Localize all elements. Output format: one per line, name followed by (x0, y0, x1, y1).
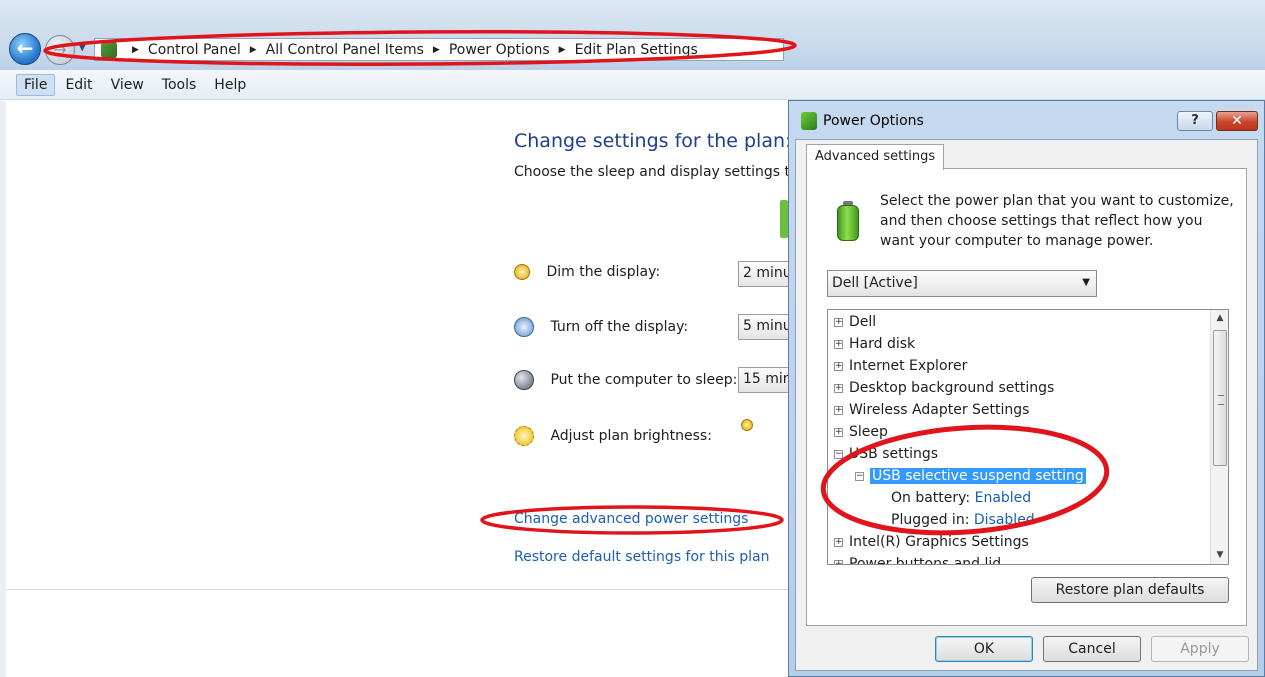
advanced-settings-panel: Select the power plan that you want to c… (806, 168, 1247, 626)
brightness-slider-min-icon (741, 419, 753, 431)
scroll-down-icon[interactable]: ▼ (1211, 547, 1228, 564)
menu-edit[interactable]: Edit (57, 74, 100, 96)
tree-item-label: Internet Explorer (849, 358, 968, 374)
back-arrow-icon[interactable]: ← (9, 33, 41, 65)
page-subtitle: Choose the sleep and display settings th… (514, 164, 808, 180)
chevron-right-icon[interactable]: ▶ (559, 45, 566, 55)
sleep-label: Put the computer to sleep: (550, 372, 738, 388)
brightness-row: Adjust plan brightness: (514, 426, 712, 446)
sleep-row: Put the computer to sleep: (514, 370, 737, 390)
restore-plan-defaults-button[interactable]: Restore plan defaults (1031, 577, 1229, 603)
tree-item-label: Wireless Adapter Settings (849, 402, 1030, 418)
tree-scrollbar[interactable]: ▲ ▼ (1210, 310, 1228, 564)
ok-button[interactable]: OK (935, 636, 1033, 662)
tree-item-dell[interactable]: + Dell (834, 311, 876, 333)
tree-item-hard-disk[interactable]: + Hard disk (834, 333, 915, 355)
breadcrumb-control-panel[interactable]: Control Panel (148, 42, 241, 58)
tree-item-plugged-in: Plugged in: Disabled (891, 509, 1035, 531)
dim-display-icon (514, 264, 530, 280)
tree-item-label: USB settings (849, 446, 939, 462)
expand-icon[interactable]: + (834, 361, 843, 371)
power-options-dialog: Power Options ? ✕ Advanced settings Sele… (788, 100, 1265, 677)
tree-item-label: Power buttons and lid (849, 556, 1002, 564)
collapse-icon[interactable]: − (855, 471, 864, 481)
tree-item-power-buttons[interactable]: + Power buttons and lid (834, 553, 1001, 564)
sun-icon (514, 426, 534, 446)
scrollbar-thumb[interactable] (1213, 330, 1227, 466)
chevron-right-icon[interactable]: ▶ (433, 45, 440, 55)
expand-icon[interactable]: + (834, 339, 843, 349)
dialog-title: Power Options (823, 113, 924, 129)
plugged-in-label: Plugged in: (891, 512, 970, 528)
navigation-bar: ← → ▼ ▶ Control Panel ▶ All Control Pane… (0, 0, 1265, 70)
plan-select-value: Dell [Active] (832, 275, 918, 291)
left-border (0, 101, 6, 677)
control-panel-icon (101, 41, 117, 58)
battery-icon (780, 200, 788, 238)
menu-help[interactable]: Help (206, 74, 254, 96)
power-options-icon (801, 112, 817, 130)
monitor-clock-icon (514, 317, 534, 337)
cancel-button[interactable]: Cancel (1043, 636, 1141, 662)
menu-view[interactable]: View (103, 74, 152, 96)
tree-item-internet-explorer[interactable]: + Internet Explorer (834, 355, 967, 377)
expand-icon[interactable]: + (834, 383, 843, 393)
tree-item-usb-selective-suspend[interactable]: − USB selective suspend setting (855, 465, 1086, 487)
dim-display-row: Dim the display: (514, 264, 660, 280)
tree-item-label: USB selective suspend setting (870, 468, 1086, 484)
menu-tools[interactable]: Tools (154, 74, 205, 96)
breadcrumb-power-options[interactable]: Power Options (449, 42, 550, 58)
tree-item-label: Sleep (849, 424, 888, 440)
turn-off-display-row: Turn off the display: (514, 317, 688, 337)
battery-icon (831, 199, 865, 243)
change-advanced-settings-link[interactable]: Change advanced power settings (514, 511, 748, 527)
menu-bar: File Edit View Tools Help (0, 70, 1265, 100)
tree-item-desktop-background[interactable]: + Desktop background settings (834, 377, 1054, 399)
tree-item-intel-graphics[interactable]: + Intel(R) Graphics Settings (834, 531, 1029, 553)
tree-item-wireless-adapter[interactable]: + Wireless Adapter Settings (834, 399, 1029, 421)
dialog-body: Advanced settings Select the power plan … (795, 139, 1258, 671)
restore-defaults-link[interactable]: Restore default settings for this plan (514, 549, 770, 565)
scroll-up-icon[interactable]: ▲ (1211, 310, 1228, 327)
tab-advanced-settings[interactable]: Advanced settings (806, 144, 945, 170)
expand-icon[interactable]: + (834, 537, 843, 547)
dim-display-label: Dim the display: (546, 264, 661, 280)
tree-item-label: Intel(R) Graphics Settings (849, 534, 1029, 550)
moon-icon (514, 370, 534, 390)
tree-item-sleep[interactable]: + Sleep (834, 421, 888, 443)
menu-file[interactable]: File (16, 73, 56, 96)
plugged-in-value[interactable]: Disabled (974, 512, 1035, 528)
chevron-right-icon[interactable]: ▶ (250, 45, 257, 55)
apply-button[interactable]: Apply (1151, 636, 1249, 662)
tree-item-on-battery: On battery: Enabled (891, 487, 1031, 509)
expand-icon[interactable]: + (834, 559, 843, 564)
plan-select[interactable]: Dell [Active] ▼ (827, 270, 1097, 297)
tree-item-label: Dell (849, 314, 877, 330)
expand-icon[interactable]: + (834, 405, 843, 415)
help-button[interactable]: ? (1177, 111, 1213, 131)
intro-text: Select the power plan that you want to c… (880, 193, 1234, 249)
settings-tree-list: + Dell + Hard disk + Internet Explorer + Des… (828, 310, 1210, 564)
address-bar[interactable]: ▶ Control Panel ▶ All Control Panel Item… (94, 38, 784, 61)
on-battery-label: On battery: (891, 490, 971, 506)
settings-tree[interactable]: + Dell + Hard disk + Internet Explorer + Des… (827, 309, 1229, 565)
chevron-down-icon: ▼ (1082, 277, 1090, 288)
tree-item-label: Hard disk (849, 336, 916, 352)
breadcrumb-all-items[interactable]: All Control Panel Items (266, 42, 424, 58)
forward-arrow-icon[interactable]: → (45, 35, 75, 65)
divider (6, 589, 796, 590)
expand-icon[interactable]: + (834, 317, 843, 327)
breadcrumb-edit-plan[interactable]: Edit Plan Settings (575, 42, 698, 58)
recent-pages-dropdown-icon[interactable]: ▼ (78, 40, 86, 53)
collapse-icon[interactable]: − (834, 449, 843, 459)
page-title: Change settings for the plan: De (514, 130, 824, 152)
tree-item-label: Desktop background settings (849, 380, 1055, 396)
brightness-label: Adjust plan brightness: (550, 428, 712, 444)
on-battery-value[interactable]: Enabled (975, 490, 1032, 506)
tree-item-usb-settings[interactable]: − USB settings (834, 443, 938, 465)
chevron-right-icon[interactable]: ▶ (132, 45, 139, 55)
turn-off-display-label: Turn off the display: (550, 319, 689, 335)
expand-icon[interactable]: + (834, 427, 843, 437)
close-button[interactable]: ✕ (1216, 111, 1258, 131)
